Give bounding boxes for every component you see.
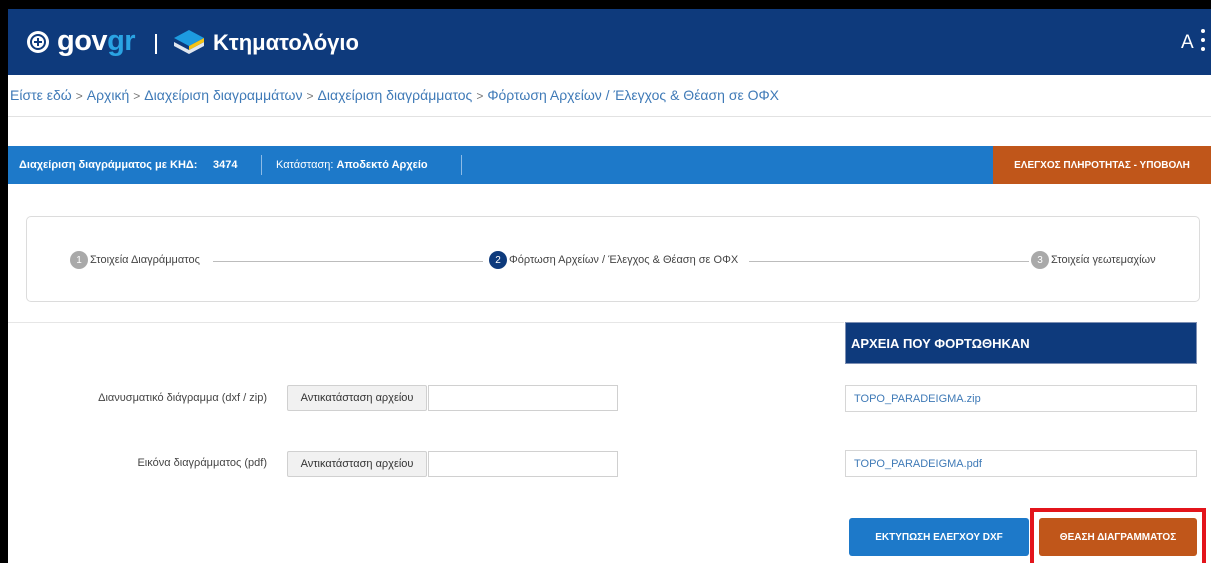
step-label: Στοιχεία Διαγράμματος	[90, 254, 200, 266]
breadcrumb-current: Φόρτωση Αρχείων / Έλεγχος & Θέαση σε ΟΦΧ	[487, 87, 780, 103]
wizard-stepper: 1 Στοιχεία Διαγράμματος 2 Φόρτωση Αρχείω…	[26, 216, 1200, 302]
status-value: Αποδεκτό Αρχείο	[336, 159, 428, 171]
uploaded-file-link-zip[interactable]: TOPO_PARADEIGMA.zip	[845, 385, 1197, 412]
step-connector	[749, 261, 1029, 262]
step-label: Φόρτωση Αρχείων / Έλεγχος & Θέαση σε ΟΦΧ	[509, 254, 739, 266]
breadcrumb-separator: >	[75, 89, 83, 103]
breadcrumb-separator: >	[306, 89, 314, 103]
breadcrumb-diagrams[interactable]: Διαχείριση διαγραμμάτων	[144, 87, 302, 103]
breadcrumb-separator: >	[476, 89, 484, 103]
vector-file-input[interactable]	[428, 385, 618, 411]
more-menu-icon[interactable]	[1201, 29, 1205, 51]
section-divider	[8, 322, 844, 323]
step-number: 3	[1031, 251, 1049, 269]
replace-vector-file-button[interactable]: Αντικατάσταση αρχείου	[287, 385, 427, 411]
vector-diagram-label: Διανυσματικό διάγραμμα (dxf / zip)	[98, 392, 267, 404]
frame-left-border	[0, 0, 8, 563]
user-avatar[interactable]: A	[1181, 32, 1194, 54]
breadcrumb-diagram[interactable]: Διαχείριση διαγράμματος	[318, 87, 473, 103]
step-number: 2	[489, 251, 507, 269]
status-text: Κατάσταση: Αποδεκτό Αρχείο	[276, 159, 428, 171]
step-diagram-details[interactable]: 1 Στοιχεία Διαγράμματος	[70, 251, 200, 269]
step-parcel-details[interactable]: 3 Στοιχεία γεωτεμαχίων	[1031, 251, 1156, 269]
breadcrumb-prefix: Είστε εδώ	[10, 87, 72, 103]
khd-value: 3474	[213, 159, 238, 171]
breadcrumb-divider	[8, 116, 1211, 117]
uploaded-file-link-pdf[interactable]: TOPO_PARADEIGMA.pdf	[845, 450, 1197, 477]
greek-emblem-icon[interactable]	[27, 31, 49, 53]
step-label: Στοιχεία γεωτεμαχίων	[1051, 254, 1156, 266]
breadcrumb-home[interactable]: Αρχική	[87, 87, 130, 103]
diagram-label: Διαχείριση διαγράμματος με ΚΗΔ:	[19, 159, 198, 171]
diagram-info-bar: Διαχείριση διαγράμματος με ΚΗΔ: 3474 Κατ…	[8, 146, 1211, 184]
frame-top-border	[0, 0, 1211, 9]
uploaded-files-header: ΑΡΧΕΙΑ ΠΟΥ ΦΟΡΤΩΘΗΚΑΝ	[845, 322, 1197, 364]
app-title[interactable]: Κτηματολόγιο	[213, 29, 359, 57]
breadcrumb: Είστε εδώ > Αρχική > Διαχείριση διαγραμμάτων…	[10, 86, 779, 105]
breadcrumb-separator: >	[133, 89, 141, 103]
diagram-image-label: Εικόνα διαγράμματος (pdf)	[137, 457, 267, 469]
view-diagram-button[interactable]: ΘΕΑΣΗ ΔΙΑΓΡΑΜΜΑΤΟΣ	[1039, 518, 1197, 556]
step-file-upload[interactable]: 2 Φόρτωση Αρχείων / Έλεγχος & Θέαση σε Ο…	[489, 251, 738, 269]
pdf-file-input[interactable]	[428, 451, 618, 477]
replace-pdf-file-button[interactable]: Αντικατάσταση αρχείου	[287, 451, 427, 477]
header-divider	[155, 34, 157, 54]
step-number: 1	[70, 251, 88, 269]
app-header: govgr Κτηματολόγιο A	[8, 9, 1211, 75]
completeness-check-submit-button[interactable]: ΕΛΕΓΧΟΣ ΠΛΗΡΟΤΗΤΑΣ - ΥΠΟΒΟΛΗ	[993, 146, 1211, 184]
ktimatologio-logo-icon	[174, 30, 204, 54]
print-dxf-check-button[interactable]: ΕΚΤΥΠΩΣΗ ΕΛΕΓΧΟΥ DXF	[849, 518, 1029, 556]
step-connector	[213, 261, 483, 262]
govgr-logo[interactable]: govgr	[57, 24, 136, 58]
infobar-divider	[461, 155, 462, 175]
infobar-divider	[261, 155, 262, 175]
status-label: Κατάσταση:	[276, 159, 334, 171]
